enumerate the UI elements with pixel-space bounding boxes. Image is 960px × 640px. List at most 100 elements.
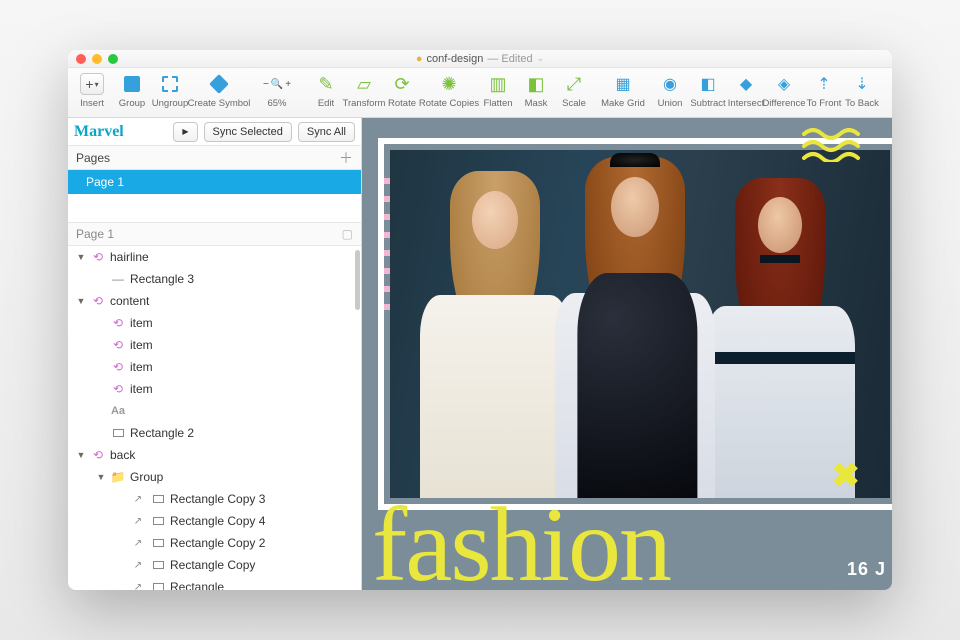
minimize-window-button[interactable]	[92, 54, 102, 64]
headline-text: fashion	[372, 484, 670, 590]
layer-row[interactable]: ▼ ⟲ hairline	[68, 246, 361, 268]
rotate-copies-button[interactable]: ✺Rotate Copies	[422, 71, 476, 109]
layer-row[interactable]: •Aa	[68, 400, 361, 422]
grid-icon: ▦	[610, 73, 636, 95]
layer-row[interactable]: •↗Rectangle Copy 4	[68, 510, 361, 532]
disclosure-triangle[interactable]: ▼	[96, 472, 106, 482]
chevron-down-icon[interactable]: ⌄	[537, 53, 545, 65]
union-button[interactable]: ◉Union	[652, 71, 688, 109]
layer-tree[interactable]: ▼⟲hairline•—Rectangle 3▼⟲content•⟲item•⟲…	[68, 246, 361, 590]
pencil-icon: ✎	[313, 73, 339, 95]
toolbar: +▾ Insert Group Ungroup Create Symbol − …	[68, 68, 892, 118]
insert-button[interactable]: +▾ Insert	[74, 71, 110, 109]
intersect-button[interactable]: ◆Intersect	[728, 71, 764, 109]
mask-icon: ◧	[523, 73, 549, 95]
edit-button[interactable]: ✎Edit	[308, 71, 344, 109]
layer-label: item	[130, 338, 353, 352]
layer-label: item	[130, 382, 353, 396]
sync-all-button[interactable]: Sync All	[298, 122, 355, 142]
rotate-button[interactable]: ⟳Rotate	[384, 71, 420, 109]
zoom-control[interactable]: − 🔍 + 65%	[250, 71, 304, 109]
layer-label: item	[130, 360, 353, 374]
sync-icon: ⟲	[110, 382, 126, 396]
layer-row[interactable]: •⟲item	[68, 378, 361, 400]
disclosure-triangle[interactable]: ▼	[76, 450, 86, 460]
ungroup-button[interactable]: Ungroup	[152, 71, 188, 109]
zoom-out-button[interactable]: −	[263, 75, 269, 93]
disclosure-triangle[interactable]: ▼	[76, 296, 86, 306]
flatten-icon: ▥	[485, 73, 511, 95]
mask-button[interactable]: ◧Mask	[518, 71, 554, 109]
layer-label: Rectangle 3	[130, 272, 353, 286]
flatten-button[interactable]: ▥Flatten	[480, 71, 516, 109]
sync-icon: ⟲	[110, 360, 126, 374]
sync-icon: ⟲	[110, 338, 126, 352]
layer-row[interactable]: ▼ 📁 Group	[68, 466, 361, 488]
layer-row[interactable]: ▼⟲back	[68, 444, 361, 466]
sync-selected-button[interactable]: Sync Selected	[204, 122, 292, 142]
rectangle-icon	[150, 495, 166, 503]
layer-row[interactable]: •⟲item	[68, 334, 361, 356]
layer-row[interactable]: •⟲item	[68, 312, 361, 334]
make-grid-button[interactable]: ▦Make Grid	[596, 71, 650, 109]
transform-button[interactable]: ▱Transform	[346, 71, 382, 109]
plugin-bar: Marvel ▶ Sync Selected Sync All	[68, 118, 361, 146]
group-button[interactable]: Group	[114, 71, 150, 109]
layer-row[interactable]: •↗Rectangle Copy 3	[68, 488, 361, 510]
layer-label: Rectangle	[170, 580, 353, 590]
rotate-icon: ⟳	[389, 73, 415, 95]
layer-row[interactable]: •↗Rectangle Copy	[68, 554, 361, 576]
pages-header: Pages ＋	[68, 146, 361, 170]
x-decoration: ✖	[832, 456, 861, 496]
text-icon: Aa	[110, 405, 126, 417]
subtract-button[interactable]: ◧Subtract	[690, 71, 726, 109]
to-back-button[interactable]: ⇣To Back	[844, 71, 880, 109]
layer-row[interactable]: ▼⟲content	[68, 290, 361, 312]
close-window-button[interactable]	[76, 54, 86, 64]
layer-row[interactable]: •↗Rectangle	[68, 576, 361, 590]
layer-row[interactable]: •⟲item	[68, 356, 361, 378]
rectangle-icon	[150, 517, 166, 525]
union-icon: ◉	[657, 73, 683, 95]
rectangle-icon	[150, 539, 166, 547]
artboard-header[interactable]: Page 1 ▢	[68, 222, 361, 246]
zoom-in-button[interactable]: +	[285, 75, 291, 93]
layer-row[interactable]: •↗Rectangle Copy 2	[68, 532, 361, 554]
magnifier-icon: 🔍	[271, 79, 283, 90]
shared-style-icon: ↗	[130, 582, 146, 591]
line-icon: —	[110, 272, 126, 286]
link-button[interactable]: 🔗Link	[884, 71, 892, 109]
app-window: ● conf-design — Edited ⌄ +▾ Insert Group…	[68, 50, 892, 590]
layer-label: Rectangle Copy 4	[170, 514, 353, 528]
scale-button[interactable]: ⤢Scale	[556, 71, 592, 109]
rotate-copies-icon: ✺	[436, 73, 462, 95]
layer-label: Group	[130, 470, 353, 484]
layer-row[interactable]: •—Rectangle 3	[68, 268, 361, 290]
shared-style-icon: ↗	[130, 538, 146, 549]
canvas[interactable]: ✖ fashion 16 J	[362, 118, 892, 590]
layer-label: hairline	[110, 250, 353, 264]
sync-icon: ⟲	[90, 250, 106, 264]
layer-label: Rectangle Copy 2	[170, 536, 353, 550]
page-row[interactable]: Page 1	[68, 170, 361, 194]
window-controls	[76, 54, 118, 64]
to-back-icon: ⇣	[849, 73, 875, 95]
to-front-button[interactable]: ⇡To Front	[806, 71, 842, 109]
folder-icon: 📁	[110, 470, 126, 484]
play-icon: ▶	[182, 127, 188, 136]
disclosure-triangle[interactable]: ▼	[76, 252, 86, 262]
artboard-icon: ▢	[342, 227, 353, 241]
play-button[interactable]: ▶	[173, 122, 197, 142]
difference-button[interactable]: ◈Difference	[766, 71, 802, 109]
create-symbol-button[interactable]: Create Symbol	[192, 71, 246, 109]
transform-icon: ▱	[351, 73, 377, 95]
document-title: ● conf-design — Edited ⌄	[68, 53, 892, 65]
zoom-window-button[interactable]	[108, 54, 118, 64]
sync-icon: ⟲	[90, 448, 106, 462]
add-page-button[interactable]: ＋	[339, 148, 353, 168]
subtract-icon: ◧	[695, 73, 721, 95]
layer-row[interactable]: •Rectangle 2	[68, 422, 361, 444]
rectangle-icon	[110, 429, 126, 437]
marvel-logo: Marvel	[74, 123, 124, 141]
layer-label: item	[130, 316, 353, 330]
